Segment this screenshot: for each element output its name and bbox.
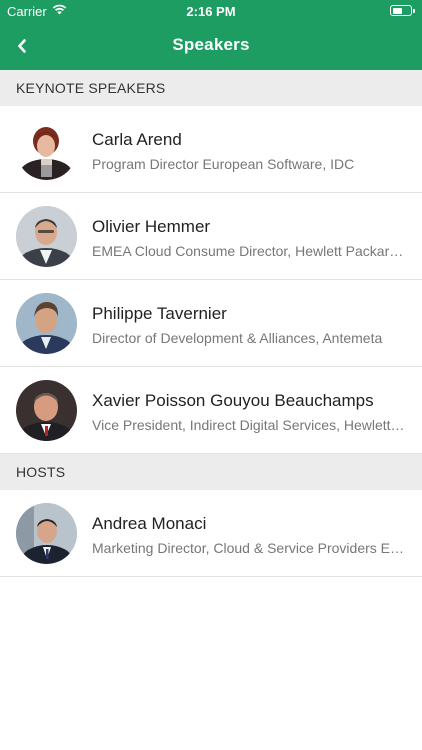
avatar	[16, 206, 77, 267]
speaker-title: EMEA Cloud Consume Director, Hewlett Pac…	[92, 243, 408, 259]
speaker-list: KEYNOTE SPEAKERS Carla Arend Program Dir…	[0, 70, 422, 577]
speaker-name: Xavier Poisson Gouyou Beauchamps	[92, 391, 374, 410]
list-item[interactable]: Carla Arend Program Director European So…	[0, 106, 422, 193]
page-title: Speakers	[172, 35, 250, 54]
section-header-hosts: HOSTS	[0, 454, 422, 490]
speakers-screen: Carrier 2:16 PM Speakers KEYNOTE SPEAKER…	[0, 0, 422, 750]
speaker-name: Philippe Tavernier	[92, 304, 227, 323]
avatar	[16, 119, 77, 180]
status-bar: Carrier 2:16 PM	[0, 0, 422, 22]
section-header-keynote: KEYNOTE SPEAKERS	[0, 70, 422, 106]
speaker-name: Olivier Hemmer	[92, 217, 211, 236]
speaker-name: Andrea Monaci	[92, 514, 207, 533]
list-item[interactable]: Philippe Tavernier Director of Developme…	[0, 280, 422, 367]
speaker-title: Director of Development & Alliances, Ant…	[92, 330, 383, 346]
avatar	[16, 293, 77, 354]
top-bar: Carrier 2:16 PM Speakers	[0, 0, 422, 70]
navigation-bar: Speakers	[0, 22, 422, 70]
battery-level	[392, 7, 402, 14]
speaker-title: Program Director European Software, IDC	[92, 156, 355, 172]
battery-icon	[390, 5, 415, 16]
clock: 2:16 PM	[186, 4, 236, 19]
list-item[interactable]: Xavier Poisson Gouyou Beauchamps Vice Pr…	[0, 367, 422, 454]
list-item[interactable]: Andrea Monaci Marketing Director, Cloud …	[0, 490, 422, 577]
speaker-title: Vice President, Indirect Digital Service…	[92, 417, 408, 433]
list-item[interactable]: Olivier Hemmer EMEA Cloud Consume Direct…	[0, 193, 422, 280]
speaker-title: Marketing Director, Cloud & Service Prov…	[92, 540, 408, 556]
avatar	[16, 503, 77, 564]
speaker-name: Carla Arend	[92, 130, 182, 149]
avatar	[16, 380, 77, 441]
